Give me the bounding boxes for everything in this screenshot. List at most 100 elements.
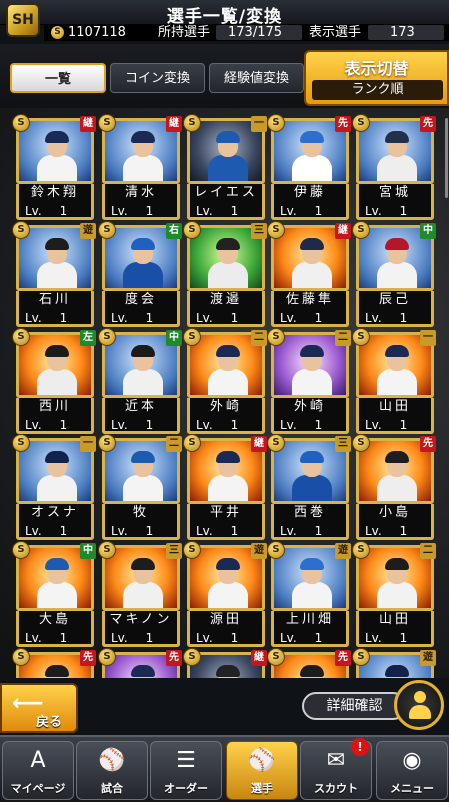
nav-scout[interactable]: ✉ スカウト! bbox=[300, 738, 372, 800]
player-level: Lv. 1 bbox=[102, 416, 180, 434]
player-card[interactable]: S 中辰己 Lv. 1 bbox=[352, 221, 436, 327]
coin-icon: S bbox=[352, 221, 370, 239]
nav-match[interactable]: ⚾ 試合 bbox=[76, 741, 148, 800]
player-figure bbox=[208, 451, 248, 501]
status-bar: S 1107118 所持選手 173/175 表示選手 173 bbox=[44, 24, 449, 41]
nav-order[interactable]: ☰ オーダー bbox=[150, 741, 222, 800]
position-badge: 左 bbox=[80, 330, 96, 346]
coin-icon: S bbox=[183, 648, 201, 666]
player-card[interactable]: S 二外崎 Lv. 1 bbox=[267, 328, 351, 434]
position-badge: 一 bbox=[80, 436, 96, 452]
player-figure bbox=[292, 131, 332, 181]
player-card[interactable]: S 先伊藤 Lv. 1 bbox=[267, 114, 351, 220]
coin-icon: S bbox=[12, 434, 30, 452]
coin-icon: S bbox=[352, 114, 370, 132]
player-card[interactable]: S 一オスナ Lv. 1 bbox=[12, 434, 96, 540]
player-name: 西巻 bbox=[271, 504, 349, 522]
player-figure bbox=[123, 558, 163, 608]
player-card[interactable]: S 一レイエス Lv. 1 bbox=[183, 114, 267, 220]
nav-mypage-icon: A bbox=[30, 748, 46, 773]
player-figure bbox=[292, 451, 332, 501]
position-badge: 二 bbox=[166, 436, 182, 452]
player-card[interactable]: S先小島Lv.1 bbox=[267, 648, 351, 678]
player-figure bbox=[123, 131, 163, 181]
back-button[interactable]: ⟵ 戻る bbox=[0, 683, 78, 733]
position-badge: 遊 bbox=[80, 223, 96, 239]
nav-players[interactable]: ⚾ 選手 bbox=[226, 741, 298, 800]
player-name: 近本 bbox=[102, 398, 180, 416]
player-card[interactable]: S 三西巻 Lv. 1 bbox=[267, 434, 351, 540]
player-card[interactable]: S 継清水 Lv. 1 bbox=[98, 114, 182, 220]
coin-icon: S bbox=[12, 648, 30, 666]
player-level: Lv. 1 bbox=[356, 522, 434, 540]
position-badge: 先 bbox=[335, 650, 351, 666]
nav-menu[interactable]: ◉ メニュー bbox=[376, 741, 448, 800]
nav-mypage[interactable]: A マイページ bbox=[2, 741, 74, 800]
coin-icon: S bbox=[51, 26, 64, 39]
coin-icon: S bbox=[98, 221, 116, 239]
position-badge: 三 bbox=[251, 223, 267, 239]
coin-icon: S bbox=[98, 114, 116, 132]
shown-value: 173 bbox=[390, 25, 415, 40]
player-level: Lv. 1 bbox=[16, 309, 94, 327]
display-switch-label: 表示切替 bbox=[344, 59, 409, 78]
player-name: 佐藤隼 bbox=[271, 291, 349, 309]
coin-icon: S bbox=[12, 221, 30, 239]
player-card[interactable]: S先小島Lv.1 bbox=[352, 434, 436, 540]
player-card[interactable]: S遊長岡Lv.1 bbox=[352, 648, 436, 678]
notification-badge: ! bbox=[351, 738, 369, 756]
position-badge: 二 bbox=[335, 330, 351, 346]
player-figure bbox=[37, 345, 77, 395]
player-card[interactable]: S 右度会 Lv. 1 bbox=[98, 221, 182, 327]
player-card[interactable]: S 継平井 Lv. 1 bbox=[183, 434, 267, 540]
player-card[interactable]: S 三マキノン Lv. 1 bbox=[98, 541, 182, 647]
player-name: 外崎 bbox=[271, 398, 349, 416]
player-card[interactable]: S 継鈴木翔 Lv. 1 bbox=[12, 114, 96, 220]
player-figure bbox=[377, 238, 417, 288]
player-name: マキノン bbox=[102, 611, 180, 629]
player-card[interactable]: S先平良Lv.1 bbox=[98, 648, 182, 678]
player-card[interactable]: S 左西川 Lv. 1 bbox=[12, 328, 96, 434]
player-card[interactable]: S 中大島 Lv. 1 bbox=[12, 541, 96, 647]
title-bar: 選手一覧/変換 bbox=[0, 0, 449, 27]
player-card[interactable]: S 三渡邉 Lv. 1 bbox=[183, 221, 267, 327]
player-name: 石川 bbox=[16, 291, 94, 309]
player-card[interactable]: S 二外崎 Lv. 1 bbox=[183, 328, 267, 434]
player-card[interactable]: S継浜地Lv.1 bbox=[183, 648, 267, 678]
player-level: Lv. 1 bbox=[271, 629, 349, 647]
player-card[interactable]: S先東田Lv.1 bbox=[12, 648, 96, 678]
position-badge: 中 bbox=[420, 223, 436, 239]
player-figure bbox=[37, 451, 77, 501]
coin-icon: S bbox=[12, 114, 30, 132]
tab-list[interactable]: 一覧 bbox=[10, 63, 106, 93]
player-card[interactable]: S 二山田 Lv. 1 bbox=[352, 541, 436, 647]
position-badge: 二 bbox=[420, 543, 436, 559]
position-badge: 中 bbox=[80, 543, 96, 559]
tab-coin-convert[interactable]: コイン変換 bbox=[110, 63, 205, 93]
player-card[interactable]: S 継佐藤隼 Lv. 1 bbox=[267, 221, 351, 327]
player-card[interactable]: S 遊源田 Lv. 1 bbox=[183, 541, 267, 647]
player-level: Lv. 1 bbox=[356, 629, 434, 647]
bottom-nav: A マイページ ⚾ 試合 ☰ オーダー ⚾ 選手 ✉ スカウト! ◉ メニュー bbox=[0, 735, 449, 802]
player-figure bbox=[208, 558, 248, 608]
player-card[interactable]: S 中近本 Lv. 1 bbox=[98, 328, 182, 434]
player-card[interactable]: S 遊石川 Lv. 1 bbox=[12, 221, 96, 327]
player-name: 渡邉 bbox=[187, 291, 265, 309]
player-card[interactable]: S 先宮城 Lv. 1 bbox=[352, 114, 436, 220]
display-switch-button[interactable]: 表示切替 ランク順 bbox=[304, 50, 449, 106]
coin-icon: S bbox=[352, 434, 370, 452]
detail-check-button[interactable]: 詳細確認 bbox=[302, 692, 407, 720]
player-card[interactable]: S 二牧 Lv. 1 bbox=[98, 434, 182, 540]
player-card[interactable]: S 一山田 Lv. 1 bbox=[352, 328, 436, 434]
player-figure bbox=[292, 238, 332, 288]
scrollbar[interactable] bbox=[445, 118, 448, 198]
player-name: 牧 bbox=[102, 504, 180, 522]
player-card[interactable]: S 遊上川畑 Lv. 1 bbox=[267, 541, 351, 647]
coin-icon: S bbox=[183, 541, 201, 559]
player-name: 西川 bbox=[16, 398, 94, 416]
tab-exp-convert[interactable]: 経験値変換 bbox=[209, 63, 304, 93]
player-level: Lv. 1 bbox=[102, 202, 180, 220]
owned-label: 所持選手 bbox=[158, 25, 211, 40]
position-badge: 継 bbox=[251, 650, 267, 666]
person-icon[interactable] bbox=[394, 680, 444, 730]
